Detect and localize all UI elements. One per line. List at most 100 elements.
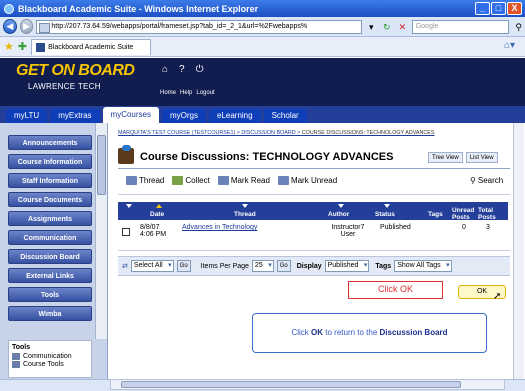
col-unread[interactable]: Unread Posts xyxy=(452,207,476,221)
browser-tab[interactable]: Blackboard Academic Suite xyxy=(31,38,152,55)
page-title: Course Discussions: TECHNOLOGY ADVANCES xyxy=(140,151,394,163)
instruction-ok: OK xyxy=(311,328,324,337)
col-thread[interactable]: Thread xyxy=(234,211,256,218)
sidebar-item-announcements[interactable]: Announcements xyxy=(8,135,92,150)
go-button[interactable]: Go xyxy=(176,260,191,272)
divider xyxy=(118,194,510,195)
collect-button[interactable]: Collect xyxy=(172,176,210,185)
sidebar-item-course-information[interactable]: Course Information xyxy=(8,154,92,169)
items-go-button[interactable]: Go xyxy=(276,260,291,272)
callout-text: Click OK xyxy=(377,284,413,294)
col-tags[interactable]: Tags xyxy=(428,211,443,218)
sort-ascending-icon[interactable] xyxy=(156,204,162,208)
tab-elearning[interactable]: eLearning xyxy=(208,109,261,123)
instruction-text-2: to return to the xyxy=(325,328,378,337)
sort-icon[interactable] xyxy=(242,204,248,208)
row-checkbox[interactable] xyxy=(122,228,130,236)
display-dropdown[interactable]: Published xyxy=(324,260,370,272)
cursor-icon: ➚ xyxy=(493,291,502,302)
maximize-button[interactable]: □ xyxy=(491,2,506,15)
sidebar-item-tools[interactable]: Tools xyxy=(8,287,92,302)
breadcrumb-course-link[interactable]: MARQUITA'S TEST COURSE (TESTCOURSE1) xyxy=(118,130,235,136)
sort-icon[interactable] xyxy=(384,204,390,208)
content-scrollbar[interactable] xyxy=(513,123,524,379)
add-favorite-icon[interactable]: ✚ xyxy=(18,40,27,53)
tab-myltu[interactable]: myLTU xyxy=(6,109,48,123)
home-link[interactable]: Home xyxy=(160,90,176,96)
address-bar: ◀ ▶ http://207.73.64.59/webapps/portal/f… xyxy=(0,17,525,37)
favorites-star-icon[interactable]: ★ xyxy=(4,40,14,53)
sidebar-item-course-documents[interactable]: Course Documents xyxy=(8,192,92,207)
help-icon[interactable]: ? xyxy=(179,64,185,75)
site-header: GET ON BOARD LAWRENCE TECH xyxy=(0,58,525,106)
tab-myextras[interactable]: myExtras xyxy=(50,109,100,123)
tools-course-tools-link[interactable]: Course Tools xyxy=(23,361,64,368)
tags-dropdown[interactable]: Show All Tags xyxy=(394,260,452,272)
tools-communication-link[interactable]: Communication xyxy=(23,353,72,360)
back-button[interactable]: ◀ xyxy=(3,19,17,34)
instruction-target: Discussion Board xyxy=(379,328,448,337)
items-per-page-dropdown[interactable]: 25 xyxy=(251,260,274,272)
sidebar-item-external-links[interactable]: External Links xyxy=(8,268,92,283)
sidebar-item-staff-information[interactable]: Staff Information xyxy=(8,173,92,188)
breadcrumb-discussion-board-link[interactable]: DISCUSSION BOARD xyxy=(241,130,295,136)
tab-scholar[interactable]: Scholar xyxy=(263,109,307,123)
course-tools-icon xyxy=(12,361,20,368)
minimize-button[interactable]: _ xyxy=(475,2,490,15)
discussion-icon xyxy=(118,145,134,164)
instruction-callout: Click OK to return to the Discussion Boa… xyxy=(252,313,487,353)
help-link[interactable]: Help xyxy=(180,90,192,96)
mark-unread-button[interactable]: Mark Unread xyxy=(277,176,337,185)
sidebar-item-discussion-board[interactable]: Discussion Board xyxy=(8,249,92,264)
col-total[interactable]: Total Posts xyxy=(478,207,502,221)
tab-mycourses[interactable]: myCourses xyxy=(102,107,159,123)
col-date[interactable]: Date xyxy=(150,211,164,218)
forward-button[interactable]: ▶ xyxy=(19,19,34,34)
horizontal-scrollbar[interactable] xyxy=(110,379,505,390)
thread-button[interactable]: Thread xyxy=(126,176,164,185)
window-titlebar: Blackboard Academic Suite - Windows Inte… xyxy=(0,0,525,17)
search-button[interactable]: ⚲ Search xyxy=(470,176,503,185)
items-per-page-label: Items Per Page xyxy=(200,262,249,270)
dropdown-icon[interactable]: ▾ xyxy=(365,20,378,34)
list-view-button[interactable]: List View xyxy=(465,152,498,163)
thread-icon xyxy=(126,176,137,185)
tab-myorgs[interactable]: myOrgs xyxy=(161,109,206,123)
refresh-icon[interactable]: ↻ xyxy=(381,20,394,34)
mark-unread-icon xyxy=(277,176,289,185)
mark-read-button[interactable]: Mark Read xyxy=(217,176,270,185)
sidebar-item-communication[interactable]: Communication xyxy=(8,230,92,245)
divider xyxy=(118,250,510,251)
tools-header: Tools xyxy=(12,344,31,351)
select-all-dropdown[interactable]: Select All xyxy=(130,260,174,272)
divider xyxy=(118,168,510,169)
sort-icon[interactable] xyxy=(338,204,344,208)
col-status[interactable]: Status xyxy=(375,211,395,218)
logout-icon[interactable]: ⏻ xyxy=(196,64,204,75)
home-icon[interactable]: ⌂▾ xyxy=(504,40,515,51)
stop-icon[interactable]: ✕ xyxy=(396,20,409,34)
url-field[interactable]: http://207.73.64.59/webapps/portal/frame… xyxy=(36,19,362,34)
row-total: 3 xyxy=(486,224,490,231)
row-author: Instructor7 User xyxy=(331,224,365,238)
ie-icon xyxy=(4,3,14,14)
tree-view-button[interactable]: Tree View xyxy=(428,152,463,163)
close-button[interactable]: X xyxy=(507,2,522,15)
mark-read-icon xyxy=(217,176,229,185)
click-ok-callout: Click OK xyxy=(348,281,443,299)
search-input[interactable]: Google xyxy=(411,19,510,34)
sidebar-scrollbar[interactable] xyxy=(95,123,107,339)
thread-link[interactable]: Advances in Technology xyxy=(182,224,257,231)
col-author[interactable]: Author xyxy=(328,211,349,218)
tags-label: Tags xyxy=(375,262,392,270)
select-all-marker[interactable] xyxy=(126,204,132,208)
window-title: Blackboard Academic Suite - Windows Inte… xyxy=(18,3,259,14)
search-icon: ⚲ xyxy=(470,176,476,185)
search-icon[interactable]: ⚲ xyxy=(512,20,525,34)
home-icon[interactable]: ⌂ xyxy=(162,64,168,75)
sidebar-item-wimba[interactable]: Wimba xyxy=(8,306,92,321)
table-row: 8/8/07 4:06 PM Advances in Technology In… xyxy=(118,224,508,248)
collect-icon xyxy=(172,176,184,185)
logout-link[interactable]: Logout xyxy=(196,90,214,96)
sidebar-item-assignments[interactable]: Assignments xyxy=(8,211,92,226)
